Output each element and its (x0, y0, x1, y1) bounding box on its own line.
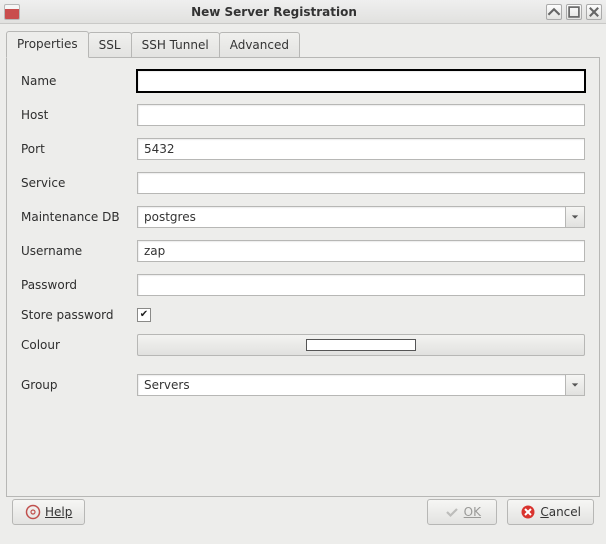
tab-advanced[interactable]: Advanced (219, 32, 300, 58)
maintenance-db-combo[interactable] (137, 206, 585, 228)
service-label: Service (21, 176, 137, 190)
cancel-button[interactable]: Cancel (507, 499, 594, 525)
group-input[interactable] (137, 374, 565, 396)
maintenance-db-label: Maintenance DB (21, 210, 137, 224)
check-icon: ✔ (140, 310, 148, 320)
ok-button-label: OK (464, 505, 481, 519)
port-label: Port (21, 142, 137, 156)
group-dropdown-button[interactable] (565, 374, 585, 396)
tab-bar: Properties SSL SSH Tunnel Advanced (6, 30, 600, 57)
username-label: Username (21, 244, 137, 258)
group-combo[interactable] (137, 374, 585, 396)
app-icon (4, 4, 20, 20)
host-input[interactable] (137, 104, 585, 126)
name-label: Name (21, 74, 137, 88)
colour-label: Colour (21, 338, 137, 352)
group-label: Group (21, 378, 137, 392)
ok-icon (444, 504, 460, 520)
tab-properties[interactable]: Properties (6, 31, 89, 58)
dialog-button-row: Help OK Cancel (6, 497, 600, 525)
username-input[interactable] (137, 240, 585, 262)
colour-button[interactable] (137, 334, 585, 356)
store-password-label: Store password (21, 308, 137, 322)
window-maximize-button[interactable] (566, 4, 582, 20)
properties-panel: Name Host Port Service Maintenance DB (6, 57, 600, 497)
ok-button[interactable]: OK (427, 499, 497, 525)
store-password-checkbox[interactable]: ✔ (137, 308, 151, 322)
help-icon (25, 504, 41, 520)
help-button[interactable]: Help (12, 499, 85, 525)
name-input[interactable] (137, 70, 585, 92)
maintenance-db-input[interactable] (137, 206, 565, 228)
tab-ssh-tunnel[interactable]: SSH Tunnel (131, 32, 220, 58)
window-titlebar: New Server Registration (0, 0, 606, 24)
window-title: New Server Registration (26, 5, 522, 19)
host-label: Host (21, 108, 137, 122)
window-close-button[interactable] (586, 4, 602, 20)
password-label: Password (21, 278, 137, 292)
cancel-icon (520, 504, 536, 520)
port-input[interactable] (137, 138, 585, 160)
tab-ssl[interactable]: SSL (88, 32, 132, 58)
cancel-button-label: Cancel (540, 505, 581, 519)
help-button-label: Help (45, 505, 72, 519)
password-input[interactable] (137, 274, 585, 296)
service-input[interactable] (137, 172, 585, 194)
maintenance-db-dropdown-button[interactable] (565, 206, 585, 228)
window-roll-up-button[interactable] (546, 4, 562, 20)
colour-swatch (306, 339, 416, 351)
